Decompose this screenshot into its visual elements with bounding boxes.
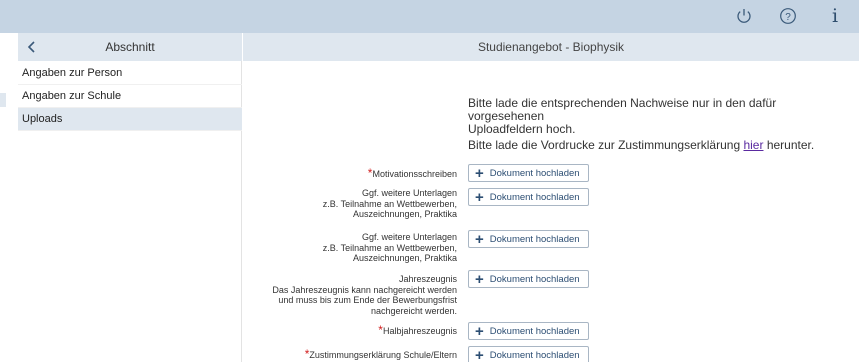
info-icon[interactable]: i <box>826 4 844 28</box>
plus-icon: + <box>475 230 484 248</box>
plus-icon: + <box>475 164 484 182</box>
sidebar-item-school[interactable]: Angaben zur Schule <box>18 85 242 108</box>
download-link[interactable]: hier <box>743 138 763 152</box>
gutter-marker <box>0 93 6 107</box>
sidebar-item-uploads[interactable]: Uploads <box>18 108 242 131</box>
sidebar-title: Abschnitt <box>105 40 155 54</box>
sidebar: Abschnitt Angaben zur Person Angaben zur… <box>18 33 242 362</box>
field-label-half-year-report: *Halbjahreszeugnis <box>378 323 457 337</box>
download-text-prefix: Bitte lade die Vordrucke zur Zustimmungs… <box>468 138 744 152</box>
instructions-line-1: Bitte lade die entsprechenden Nachweise … <box>468 96 777 123</box>
download-text-suffix: herunter. <box>763 138 815 152</box>
plus-icon: + <box>475 270 484 288</box>
top-bar: ? i <box>0 0 859 33</box>
sidebar-header: Abschnitt <box>18 33 242 61</box>
left-gutter <box>0 33 18 362</box>
upload-instructions: Bitte lade die entsprechenden Nachweise … <box>468 97 853 136</box>
main-header: Studienangebot - Biophysik <box>243 33 859 61</box>
field-label-motivation: *Motivationsschreiben <box>367 166 457 180</box>
field-label-additional-1: Ggf. weitere Unterlagen z.B. Teilnahme a… <box>322 188 457 219</box>
power-icon[interactable] <box>732 4 756 28</box>
page-title: Studienangebot - Biophysik <box>477 40 625 54</box>
field-label-annual-report: Jahreszeugnis Das Jahreszeugnis kann nac… <box>272 274 457 316</box>
plus-icon: + <box>475 346 484 362</box>
upload-button-motivation[interactable]: + Dokument hochladen <box>468 164 589 182</box>
upload-button-additional-1[interactable]: + Dokument hochladen <box>468 188 589 206</box>
sidebar-item-person[interactable]: Angaben zur Person <box>18 62 242 85</box>
download-instructions: Bitte lade die Vordrucke zur Zustimmungs… <box>468 139 853 152</box>
help-icon[interactable]: ? <box>776 4 800 28</box>
plus-icon: + <box>475 188 484 206</box>
svg-text:?: ? <box>785 12 791 23</box>
upload-button-annual-report[interactable]: + Dokument hochladen <box>468 270 589 288</box>
upload-button-consent[interactable]: + Dokument hochladen <box>468 346 589 362</box>
field-label-consent: *Zustimmungserklärung Schule/Eltern <box>304 347 457 361</box>
field-label-additional-2: Ggf. weitere Unterlagen z.B. Teilnahme a… <box>322 232 457 263</box>
upload-button-half-year-report[interactable]: + Dokument hochladen <box>468 322 589 340</box>
plus-icon: + <box>475 322 484 340</box>
instructions-line-2: Uploadfeldern hoch. <box>468 122 576 136</box>
upload-button-additional-2[interactable]: + Dokument hochladen <box>468 230 589 248</box>
